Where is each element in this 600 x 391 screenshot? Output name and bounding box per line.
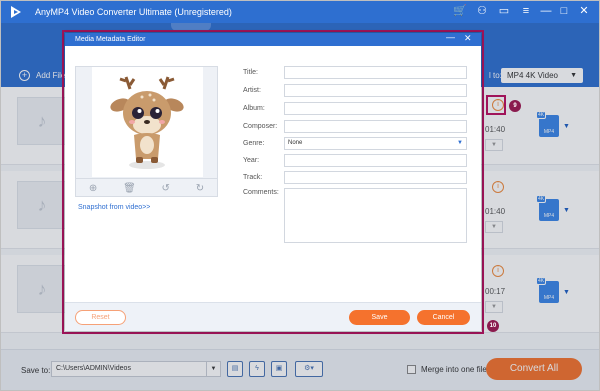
comments-field[interactable] bbox=[284, 188, 467, 243]
chevron-down-icon: ▼ bbox=[457, 140, 463, 146]
minimize-icon[interactable]: — bbox=[446, 32, 455, 42]
step-marker-10: 10 bbox=[487, 320, 499, 332]
album-field[interactable] bbox=[284, 102, 467, 115]
close-icon[interactable]: ✕ bbox=[577, 4, 591, 18]
album-label: Album: bbox=[243, 105, 265, 112]
snapshot-link[interactable]: Snapshot from video>> bbox=[78, 204, 150, 211]
comments-label: Comments: bbox=[243, 189, 279, 196]
app-title: AnyMP4 Video Converter Ultimate (Unregis… bbox=[35, 7, 232, 17]
title-label: Title: bbox=[243, 69, 258, 76]
year-field[interactable] bbox=[284, 154, 467, 167]
dialog-footer: Reset Save Cancel bbox=[65, 302, 481, 331]
track-label: Track: bbox=[243, 174, 263, 181]
cover-art-panel: ⊕ 🗑 ↺ ↻ bbox=[75, 66, 218, 197]
composer-field[interactable] bbox=[284, 120, 467, 133]
title-bar: AnyMP4 Video Converter Ultimate (Unregis… bbox=[1, 1, 599, 23]
genre-value: None bbox=[288, 140, 303, 146]
account-icon[interactable]: ⚇ bbox=[475, 4, 489, 18]
maximize-icon[interactable]: □ bbox=[557, 4, 571, 18]
genre-select[interactable]: None ▼ bbox=[284, 137, 467, 150]
delete-icon[interactable]: 🗑 bbox=[123, 183, 136, 194]
artist-field[interactable] bbox=[284, 84, 467, 97]
minimize-icon[interactable]: — bbox=[539, 4, 553, 18]
save-button[interactable]: Save bbox=[349, 310, 410, 325]
genre-label: Genre: bbox=[243, 140, 265, 147]
cover-image[interactable] bbox=[92, 67, 203, 177]
close-icon[interactable]: ✕ bbox=[464, 33, 472, 44]
add-cover-icon[interactable]: ⊕ bbox=[89, 183, 97, 194]
cart-icon[interactable]: 🛒 bbox=[453, 4, 467, 18]
step-marker-9: 9 bbox=[509, 100, 521, 112]
feedback-icon[interactable]: ▭ bbox=[497, 4, 511, 18]
metadata-editor-dialog: Media Metadata Editor — ✕ ⊕ 🗑 ↺ ↻ Snapsh… bbox=[65, 32, 481, 331]
year-label: Year: bbox=[243, 157, 260, 164]
info-highlight bbox=[486, 95, 506, 115]
menu-icon[interactable]: ≡ bbox=[519, 4, 533, 18]
redo-icon[interactable]: ↻ bbox=[196, 183, 204, 194]
deer-cover-image bbox=[110, 76, 184, 169]
composer-label: Composer: bbox=[243, 123, 278, 130]
reset-button[interactable]: Reset bbox=[75, 310, 126, 325]
cancel-button[interactable]: Cancel bbox=[417, 310, 470, 325]
dialog-title: Media Metadata Editor bbox=[65, 33, 481, 46]
title-field[interactable] bbox=[284, 66, 467, 79]
track-field[interactable] bbox=[284, 171, 467, 184]
cover-tools: ⊕ 🗑 ↺ ↻ bbox=[76, 178, 217, 197]
app-logo-icon bbox=[11, 6, 21, 18]
artist-label: Artist: bbox=[243, 87, 261, 94]
undo-icon[interactable]: ↺ bbox=[162, 183, 170, 194]
